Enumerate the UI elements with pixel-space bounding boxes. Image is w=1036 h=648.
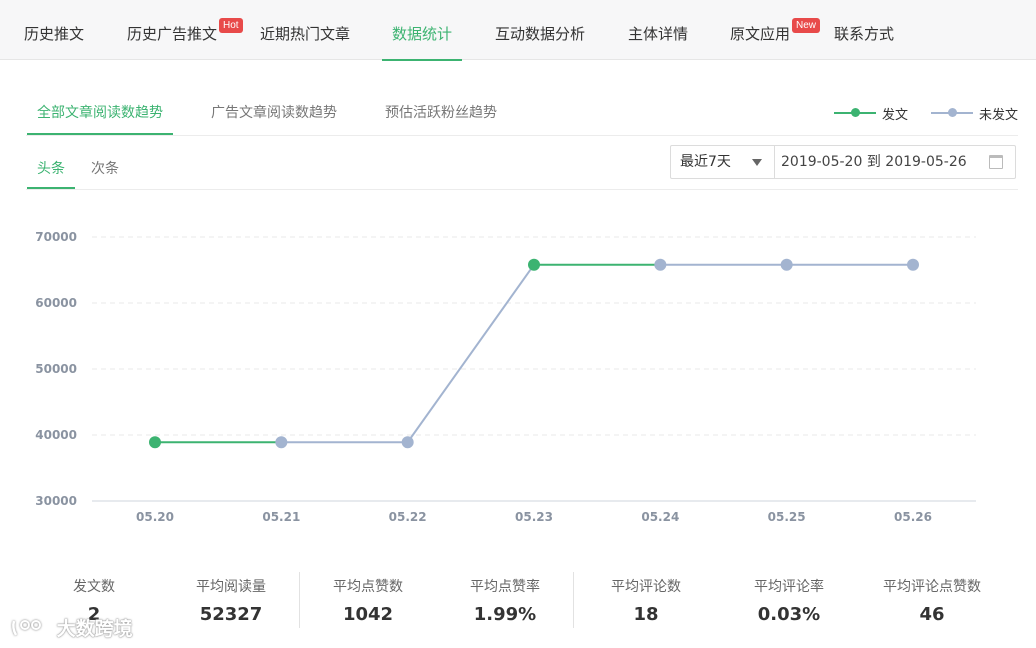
stat-like-rate: 平均点赞率 1.99% bbox=[470, 579, 540, 625]
stat-comment-likes: 平均评论点赞数 46 bbox=[883, 579, 981, 625]
nav-history-ad-posts[interactable]: 历史广告推文 bbox=[127, 0, 217, 60]
x-tick-label: 05.21 bbox=[262, 510, 300, 524]
watermark-logo-icon bbox=[12, 619, 41, 636]
data-point-published bbox=[149, 436, 161, 449]
date-range-picker: 最近7天 2019-05-20 到 2019-05-26 bbox=[670, 145, 1016, 179]
legend-unpublished-dot bbox=[948, 108, 957, 117]
range-select[interactable]: 最近7天 bbox=[671, 146, 775, 178]
hot-badge: Hot bbox=[219, 18, 243, 33]
data-point-unpublished bbox=[275, 436, 288, 449]
x-tick-label: 05.22 bbox=[389, 510, 427, 524]
data-point-unpublished bbox=[780, 258, 793, 271]
x-tick-label: 05.26 bbox=[894, 510, 932, 524]
x-tick-label: 05.24 bbox=[641, 510, 679, 524]
stats-summary: 发文数 2 平均阅读量 52327 平均点赞数 1042 平均点赞率 1.99%… bbox=[0, 570, 1036, 640]
calendar-icon[interactable] bbox=[989, 155, 1003, 169]
tab-headline[interactable]: 头条 bbox=[27, 158, 75, 189]
watermark: 大数跨境 bbox=[10, 614, 133, 642]
y-tick-label: 50000 bbox=[35, 362, 77, 376]
new-badge: New bbox=[792, 18, 821, 33]
data-point-unpublished bbox=[654, 258, 667, 271]
read-trend-chart: 30000 40000 50000 60000 70000 05.20 05.21 05.22… bbox=[35, 230, 976, 524]
nav-data-stats[interactable]: 数据统计 bbox=[381, 0, 463, 61]
stat-avg-comments: 平均评论数 18 bbox=[611, 579, 681, 625]
stat-comment-rate: 平均评论率 0.03% bbox=[754, 579, 824, 625]
y-tick-label: 60000 bbox=[35, 296, 77, 310]
stat-avg-likes: 平均点赞数 1042 bbox=[333, 579, 403, 625]
nav-interaction-analysis[interactable]: 互动数据分析 bbox=[495, 0, 585, 60]
top-nav: 历史推文 历史广告推文 Hot 近期热门文章 数据统计 互动数据分析 主体详情 … bbox=[0, 0, 1036, 61]
tab-all-reads[interactable]: 全部文章阅读数趋势 bbox=[27, 102, 173, 135]
data-point-unpublished bbox=[401, 436, 414, 449]
nav-entity-details[interactable]: 主体详情 bbox=[628, 0, 688, 60]
tab-secondary[interactable]: 次条 bbox=[91, 158, 119, 178]
nav-recent-hot[interactable]: 近期热门文章 bbox=[260, 0, 350, 60]
y-tick-label: 30000 bbox=[35, 494, 77, 508]
stat-avg-reads: 平均阅读量 52327 bbox=[196, 579, 266, 625]
nav-contact[interactable]: 联系方式 bbox=[834, 0, 894, 60]
x-tick-label: 05.20 bbox=[136, 510, 174, 524]
tab-ad-reads[interactable]: 广告文章阅读数趋势 bbox=[211, 102, 337, 122]
nav-history-posts[interactable]: 历史推文 bbox=[24, 0, 84, 60]
series-segment bbox=[406, 264, 535, 443]
data-point-published bbox=[528, 258, 540, 271]
date-range-input[interactable]: 2019-05-20 到 2019-05-26 bbox=[781, 146, 967, 178]
tab-active-fans[interactable]: 预估活跃粉丝趋势 bbox=[385, 102, 497, 122]
nav-original-apps[interactable]: 原文应用 bbox=[730, 0, 790, 60]
legend-published-dot bbox=[851, 108, 860, 117]
chevron-down-icon bbox=[752, 159, 762, 166]
x-tick-label: 05.23 bbox=[515, 510, 553, 524]
data-point-unpublished bbox=[907, 258, 919, 271]
trend-tabs: 全部文章阅读数趋势 广告文章阅读数趋势 预估活跃粉丝趋势 bbox=[26, 92, 1018, 136]
y-tick-label: 70000 bbox=[35, 230, 77, 244]
x-tick-label: 05.25 bbox=[768, 510, 806, 524]
y-tick-label: 40000 bbox=[35, 428, 77, 442]
divider bbox=[573, 572, 574, 628]
